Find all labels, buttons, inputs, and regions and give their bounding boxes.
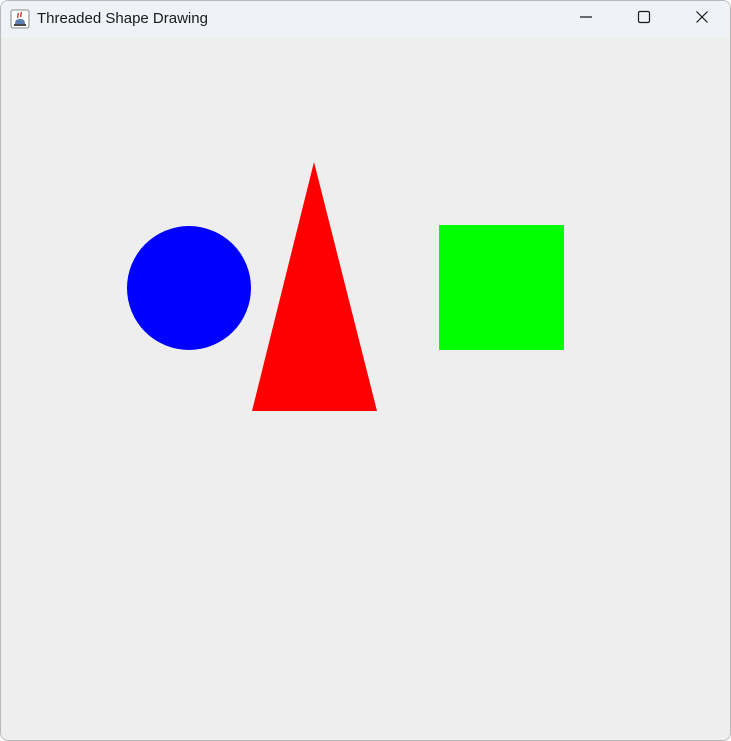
title-bar[interactable]: Threaded Shape Drawing bbox=[1, 1, 730, 38]
blue-circle bbox=[127, 226, 251, 350]
green-square bbox=[439, 225, 564, 350]
shapes-svg bbox=[127, 162, 564, 411]
red-triangle bbox=[252, 162, 377, 411]
drawing-canvas bbox=[1, 38, 730, 740]
app-window: Threaded Shape Drawing bbox=[0, 0, 731, 741]
minimize-button[interactable] bbox=[557, 1, 615, 37]
window-title: Threaded Shape Drawing bbox=[37, 10, 208, 27]
java-cup-icon bbox=[10, 9, 30, 29]
maximize-icon bbox=[637, 10, 651, 29]
maximize-button[interactable] bbox=[615, 1, 673, 37]
close-icon bbox=[695, 10, 709, 29]
close-button[interactable] bbox=[673, 1, 730, 37]
minimize-icon bbox=[579, 10, 593, 29]
